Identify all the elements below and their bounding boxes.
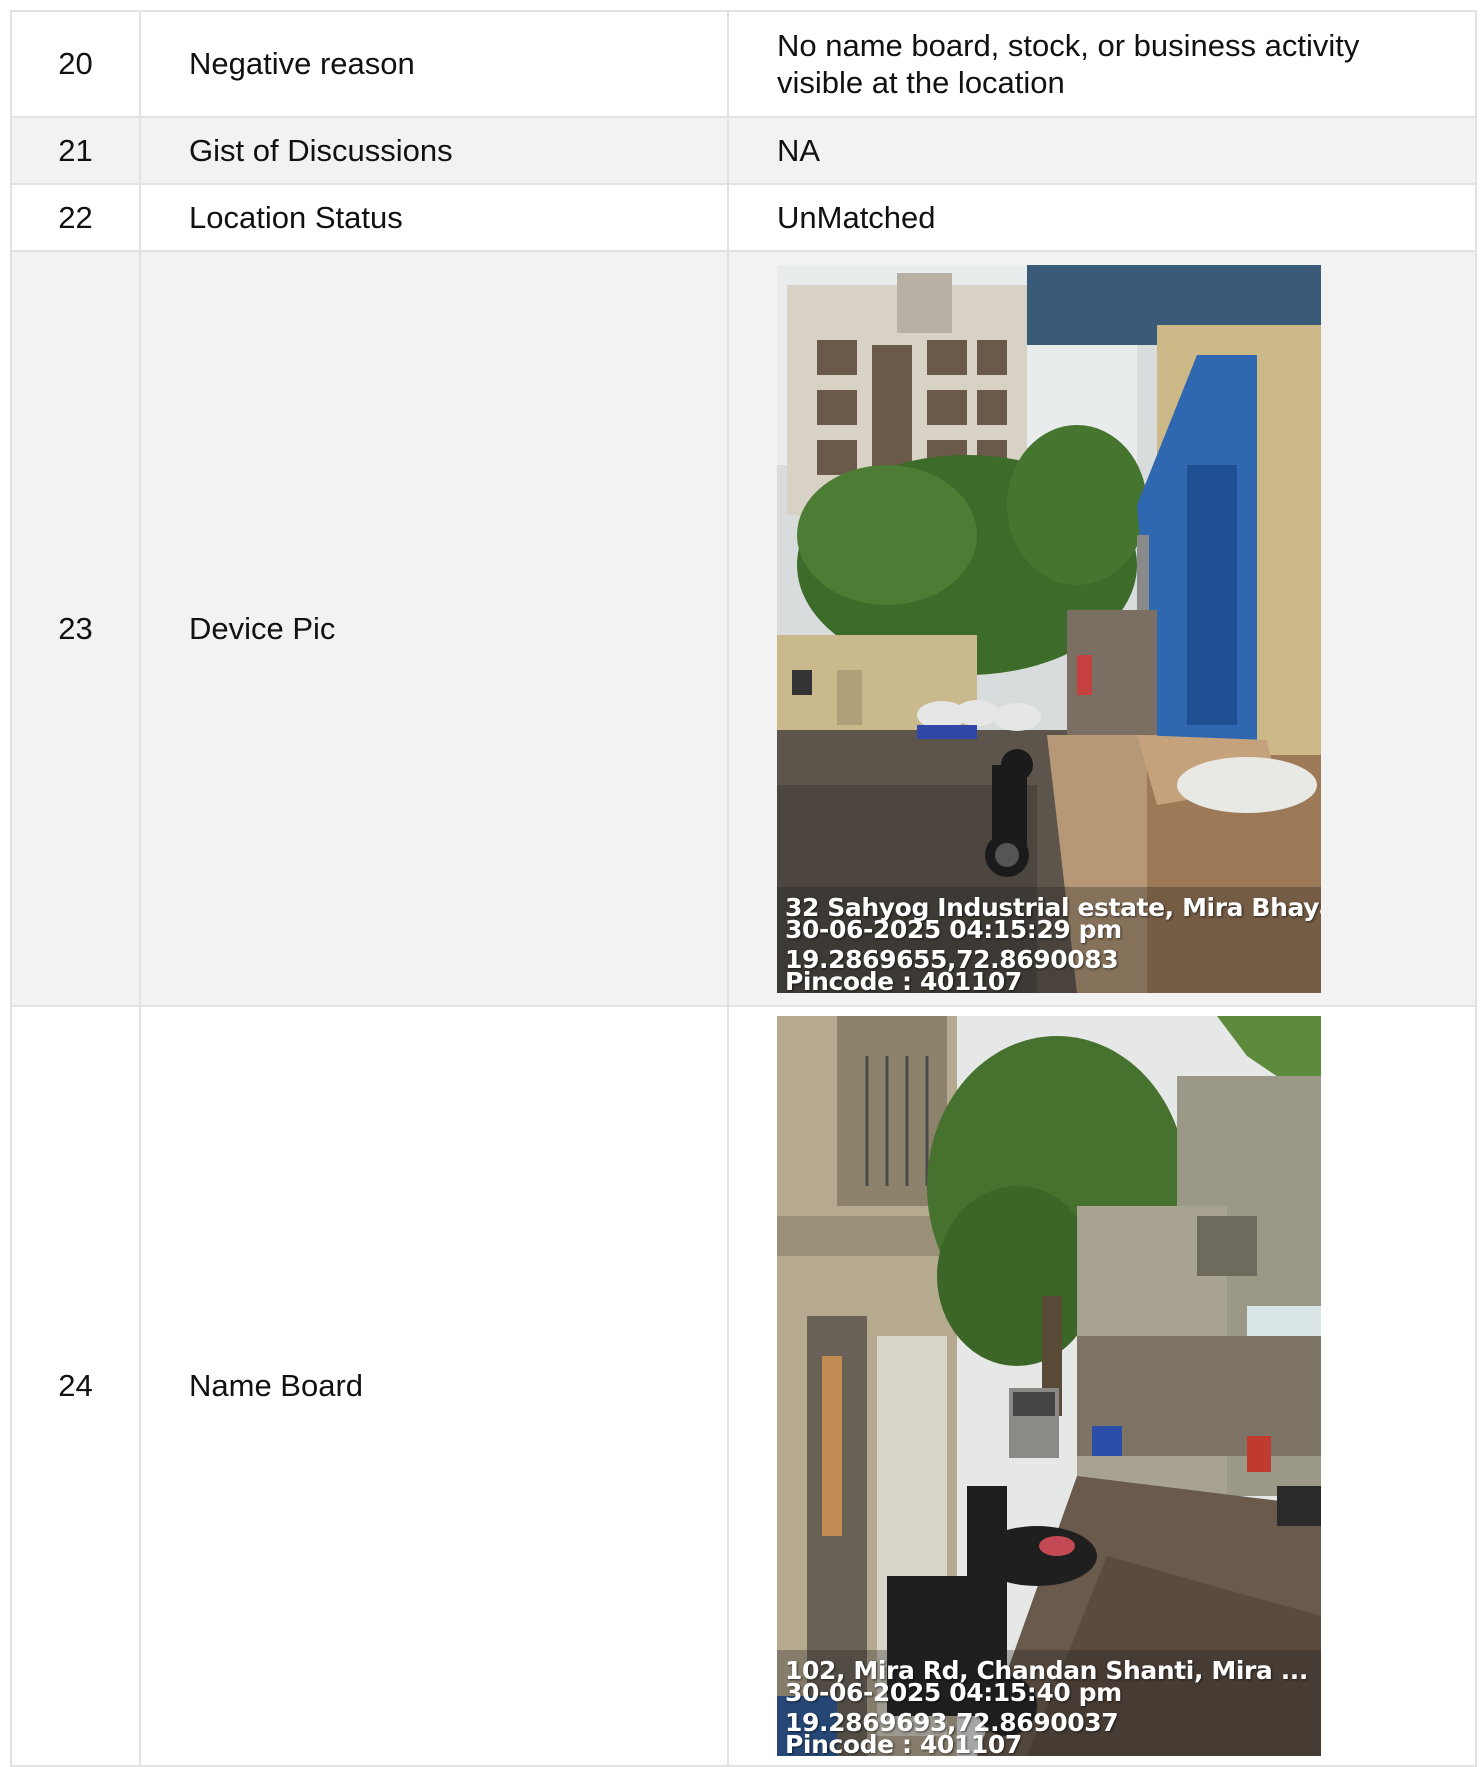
name-board-photo-image <box>777 1016 1321 1756</box>
table-row: 24 Name Board 102, Mira Rd, Chandan Shan… <box>10 1005 1477 1767</box>
table-row: 21 Gist of Discussions NA <box>10 116 1477 185</box>
device-photo-image <box>777 264 1321 993</box>
photo-pincode: Pincode : 401107 <box>785 1730 1022 1756</box>
field-label: Name Board <box>139 1005 729 1767</box>
field-label: Gist of Discussions <box>139 116 729 185</box>
field-value: 32 Sahyog Industrial estate, Mira Bhayan… <box>727 250 1477 1007</box>
field-label: Negative reason <box>139 10 729 118</box>
field-label: Location Status <box>139 183 729 252</box>
field-value: 102, Mira Rd, Chandan Shanti, Mira ... 3… <box>727 1005 1477 1767</box>
photo-timestamp: 30-06-2025 04:15:40 pm <box>785 1678 1122 1707</box>
table-row: 23 Device Pic 32 Sahyog Industrial estat… <box>10 250 1477 1007</box>
table-row: 22 Location Status UnMatched <box>10 183 1477 252</box>
name-board-photo: 102, Mira Rd, Chandan Shanti, Mira ... 3… <box>777 1016 1321 1756</box>
photo-timestamp: 30-06-2025 04:15:29 pm <box>785 914 1122 944</box>
field-value: No name board, stock, or business activi… <box>727 10 1477 118</box>
device-photo: 32 Sahyog Industrial estate, Mira Bhayan… <box>777 264 1321 993</box>
row-number: 23 <box>10 250 141 1007</box>
photo-caption-overlay: 32 Sahyog Industrial estate, Mira Bhayan… <box>777 886 1321 993</box>
table-row: 20 Negative reason No name board, stock,… <box>10 10 1477 118</box>
row-number: 20 <box>10 10 141 118</box>
photo-caption-overlay: 102, Mira Rd, Chandan Shanti, Mira ... 3… <box>777 1650 1321 1756</box>
row-number: 22 <box>10 183 141 252</box>
row-number: 24 <box>10 1005 141 1767</box>
row-number: 21 <box>10 116 141 185</box>
field-label: Device Pic <box>139 250 729 1007</box>
field-value: UnMatched <box>727 183 1477 252</box>
details-table: 20 Negative reason No name board, stock,… <box>10 10 1477 1767</box>
field-value: NA <box>727 116 1477 185</box>
photo-pincode: Pincode : 401107 <box>785 966 1022 993</box>
